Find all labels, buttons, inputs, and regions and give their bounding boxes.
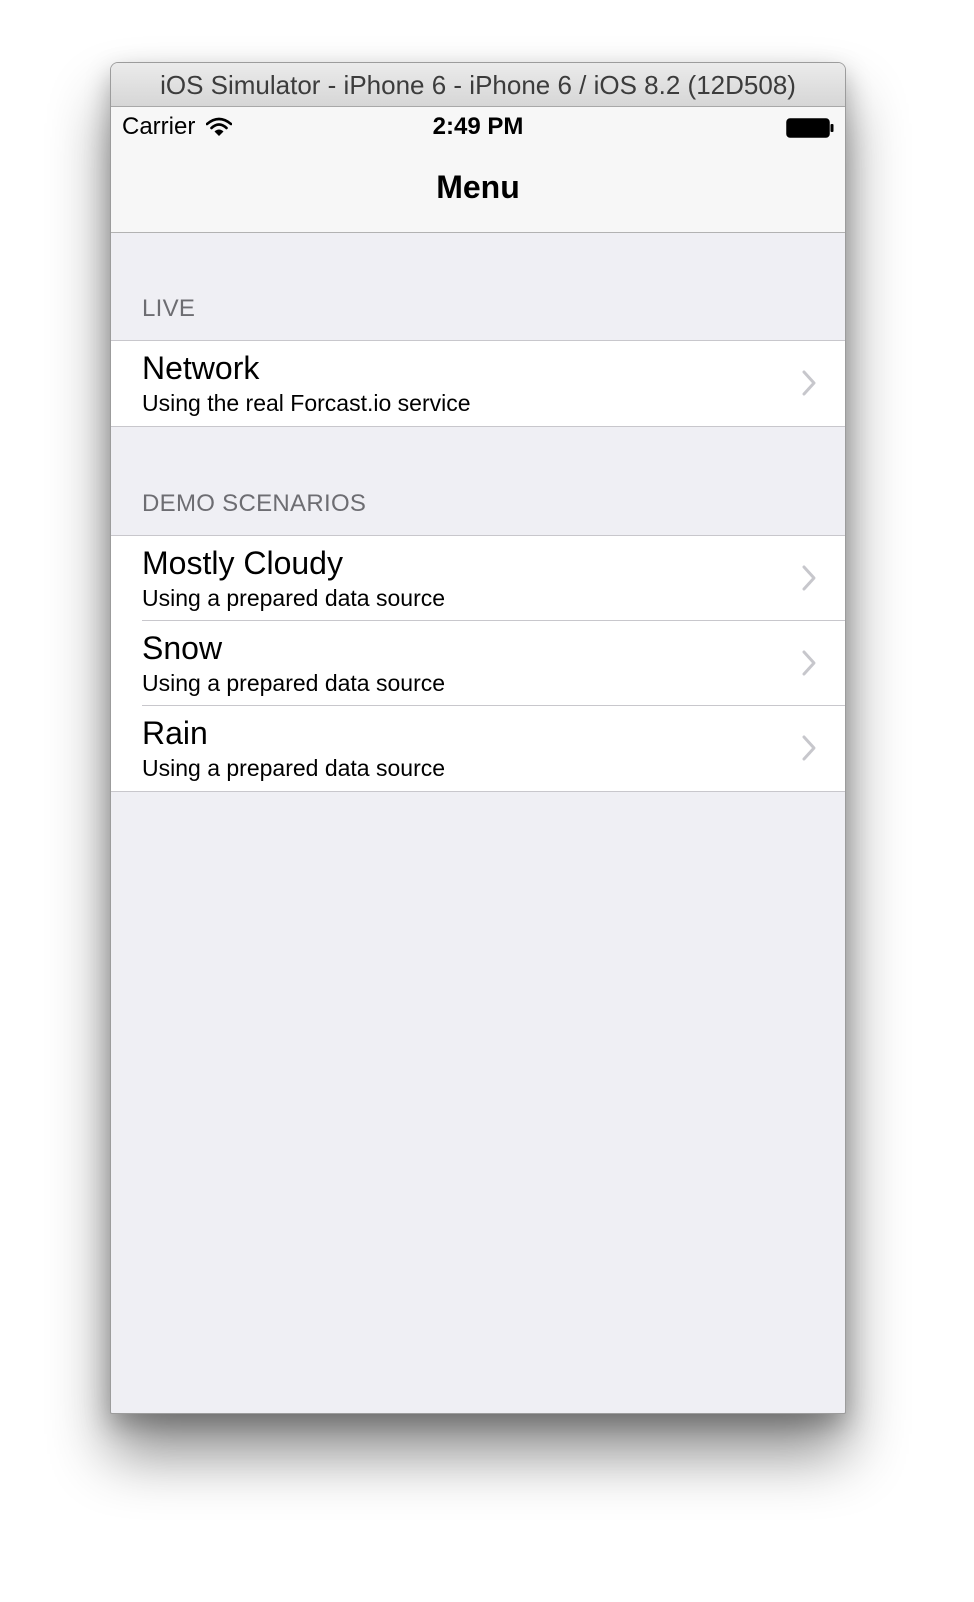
row-title: Snow [142, 630, 223, 666]
row-title: Network [142, 350, 260, 386]
section-header-demo-scenarios: DEMO SCENARIOS [142, 490, 367, 517]
battery-icon [786, 118, 834, 138]
status-time: 2:49 PM [432, 113, 524, 140]
chevron-right-icon [802, 565, 816, 591]
row-subtitle: Using a prepared data source [142, 755, 446, 781]
status-bar: Carrier 2:49 PM [111, 107, 845, 147]
row-title: Mostly Cloudy [142, 545, 343, 581]
row-subtitle: Using the real Forcast.io service [142, 390, 471, 416]
row-subtitle: Using a prepared data source [142, 585, 446, 611]
navigation-bar: Menu [111, 147, 845, 233]
chevron-right-icon [802, 650, 816, 676]
table-row-mostly-cloudy[interactable]: Mostly Cloudy Using a prepared data sour… [111, 536, 845, 621]
row-subtitle: Using a prepared data source [142, 670, 446, 696]
row-title: Rain [142, 715, 208, 751]
table-row-rain[interactable]: Rain Using a prepared data source [111, 705, 845, 791]
window-title: iOS Simulator - iPhone 6 - iPhone 6 / iO… [160, 70, 796, 100]
section-header-live: LIVE [142, 295, 196, 322]
nav-title: Menu [436, 169, 520, 205]
table-section-live: Network Using the real Forcast.io servic… [111, 340, 845, 427]
table-section-demo-scenarios: Mostly Cloudy Using a prepared data sour… [111, 535, 845, 792]
simulator-window: iOS Simulator - iPhone 6 - iPhone 6 / iO… [110, 62, 846, 1414]
table-row-snow[interactable]: Snow Using a prepared data source [111, 620, 845, 706]
table-row-network[interactable]: Network Using the real Forcast.io servic… [111, 341, 845, 426]
chevron-right-icon [802, 370, 816, 396]
chevron-right-icon [802, 735, 816, 761]
window-titlebar[interactable]: iOS Simulator - iPhone 6 - iPhone 6 / iO… [111, 63, 845, 107]
